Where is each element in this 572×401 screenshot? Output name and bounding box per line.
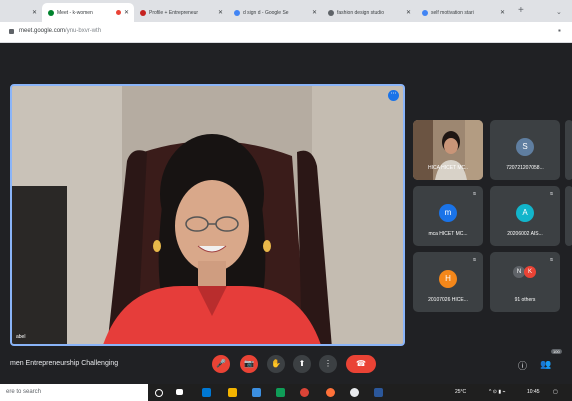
windows-taskbar: ere to search 25°C ^ ⊙ ▮ ⌁ 10:45 ▢: [0, 384, 572, 401]
tab-label: Profile + Entrepreneur: [149, 9, 199, 16]
weather-label: 25°C: [455, 389, 467, 395]
tab-close-icon[interactable]: ✕: [124, 9, 129, 16]
participant-tile[interactable]: S 720721207058...: [490, 120, 560, 180]
tab-profile[interactable]: Profile + Entrepreneur ✕: [134, 3, 228, 22]
participant-name: 20107026 HICE...: [428, 297, 468, 303]
people-button[interactable]: 👥: [540, 359, 551, 370]
speaker-name-label: abel: [16, 334, 26, 340]
mic-toggle-button[interactable]: 🎤: [212, 355, 230, 373]
search-placeholder: ere to search: [6, 389, 42, 395]
extensions-icon[interactable]: ▪: [558, 26, 561, 35]
taskbar-search-box[interactable]: ere to search: [0, 384, 148, 401]
participant-avatar: A: [516, 204, 534, 222]
people-count-badge: 100: [551, 349, 562, 354]
tab-close-icon[interactable]: ✕: [500, 9, 505, 16]
participant-name: HICA HICET MC..: [428, 165, 468, 171]
gmail-favicon-icon: [140, 9, 146, 16]
participant-name: 20206002 AIS...: [507, 231, 543, 237]
more-options-button[interactable]: ⋮: [319, 355, 337, 373]
settings-icon[interactable]: [350, 388, 359, 397]
others-avatar: K: [524, 266, 536, 278]
meeting-title: men Entrepreneurship Challenging: [10, 360, 119, 367]
lock-icon: [9, 29, 14, 34]
google-favicon-icon: [234, 9, 240, 16]
chrome-icon[interactable]: [300, 388, 309, 397]
others-tile[interactable]: ⦸ N K 91 others: [490, 252, 560, 312]
muted-mic-icon: ⦸: [548, 257, 555, 264]
globe-favicon-icon: [328, 9, 334, 16]
others-count-label: 91 others: [514, 297, 536, 303]
camera-toggle-button[interactable]: 📷: [240, 355, 258, 373]
word-icon[interactable]: [374, 388, 383, 397]
participant-tile[interactable]: ⦸ H 20107026 HICE...: [413, 252, 483, 312]
participant-avatar: H: [439, 270, 457, 288]
participant-tile[interactable]: ⦸ A 20206002 AIS...: [490, 186, 560, 246]
main-video-tile[interactable]: ⋯ abel: [10, 84, 405, 346]
tab-label: Meet - k-women: [57, 9, 93, 16]
task-view-icon[interactable]: [176, 389, 183, 395]
participant-tile[interactable]: HICA HICET MC..: [413, 120, 483, 180]
notifications-icon[interactable]: ▢: [553, 389, 558, 395]
leave-call-button[interactable]: ☎: [346, 355, 376, 373]
new-tab-button[interactable]: +: [518, 6, 524, 16]
participant-avatar: S: [516, 138, 534, 156]
tab-close-icon[interactable]: ✕: [32, 9, 37, 16]
recording-dot-icon: [115, 10, 121, 15]
firefox-icon[interactable]: [326, 388, 335, 397]
file-explorer-icon[interactable]: [228, 388, 237, 397]
participant-tile-partial[interactable]: [565, 186, 572, 246]
more-options-button[interactable]: ⋯: [388, 90, 399, 101]
speaker-video-frame: [12, 86, 403, 344]
url-field[interactable]: meet.google.com/ynu-bxvr-wth: [19, 28, 101, 34]
tab-search-chevron-icon[interactable]: ⌄: [556, 8, 562, 16]
google-favicon-icon: [422, 9, 428, 16]
edge-icon[interactable]: [202, 388, 211, 397]
url-path: /ynu-bxvr-wth: [65, 28, 102, 34]
tab-close-icon[interactable]: ✕: [312, 9, 317, 16]
participant-tile-partial[interactable]: [565, 120, 572, 180]
store-icon[interactable]: [252, 388, 261, 397]
tray-icons[interactable]: ^ ⊙ ▮ ⌁: [489, 389, 505, 395]
address-bar: meet.google.com/ynu-bxvr-wth ▪: [0, 22, 572, 43]
browser-tab-strip: ✕ Meet - k-women ✕ Profile + Entrepreneu…: [0, 0, 572, 22]
tab-close-icon[interactable]: ✕: [406, 9, 411, 16]
raise-hand-button[interactable]: ✋: [267, 355, 285, 373]
participant-video-frame: [413, 120, 483, 180]
meeting-details-button[interactable]: ⓘ: [518, 359, 527, 372]
cortana-icon[interactable]: [155, 389, 163, 397]
tab-label: self motivation stari: [431, 9, 474, 16]
tab-label: fashion design studio: [337, 9, 384, 16]
muted-mic-icon: ⦸: [471, 257, 478, 264]
participant-name: mca HICET MC...: [428, 231, 468, 237]
tab-meet[interactable]: Meet - k-women ✕: [42, 3, 134, 22]
muted-mic-icon: ⦸: [471, 191, 478, 198]
tab-label: d sign d - Google Se: [243, 9, 289, 16]
participant-name: 720721207058...: [506, 165, 544, 171]
muted-mic-icon: ⦸: [548, 191, 555, 198]
present-screen-button[interactable]: ⬆: [293, 355, 311, 373]
tab-self-motivation[interactable]: self motivation stari ✕: [416, 3, 510, 22]
tab-fashion-design[interactable]: fashion design studio ✕: [322, 3, 416, 22]
tab-google-search[interactable]: d sign d - Google Se ✕: [228, 3, 322, 22]
tab-close-icon[interactable]: ✕: [218, 9, 223, 16]
mail-icon[interactable]: [276, 388, 285, 397]
clock-label: 10:45: [527, 389, 540, 395]
meet-favicon-icon: [48, 9, 54, 16]
participant-avatar: m: [439, 204, 457, 222]
url-host: meet.google.com: [19, 28, 66, 34]
participant-tile[interactable]: ⦸ m mca HICET MC...: [413, 186, 483, 246]
